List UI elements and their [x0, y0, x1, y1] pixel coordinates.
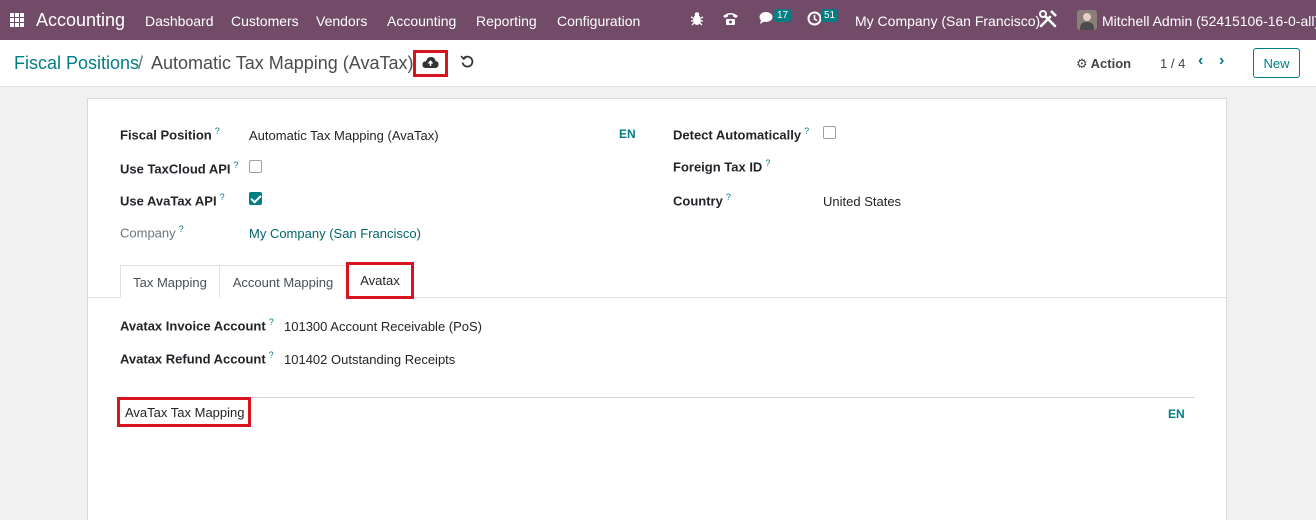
- help-tooltip-icon[interactable]: ?: [726, 192, 731, 202]
- avatax-tax-mapping-label: AvaTax Tax Mapping: [117, 397, 251, 427]
- mapping-translate-lang-button[interactable]: EN: [1168, 407, 1185, 421]
- menu-customers[interactable]: Customers: [231, 13, 299, 29]
- user-menu[interactable]: Mitchell Admin (52415106-16-0-all): [1102, 13, 1316, 29]
- new-button[interactable]: New: [1253, 48, 1300, 78]
- breadcrumb-separator: /: [138, 53, 144, 73]
- undo-icon: [460, 54, 474, 73]
- avatax-invoice-account-label: Avatax Invoice Account?: [120, 317, 274, 334]
- mapping-separator: [119, 397, 1195, 398]
- company-label: Company?: [120, 224, 184, 241]
- save-button[interactable]: [413, 50, 448, 77]
- tab-avatax[interactable]: Avatax: [346, 262, 414, 299]
- tools-settings-icon[interactable]: [1039, 10, 1057, 32]
- use-taxcloud-checkbox[interactable]: [249, 160, 262, 173]
- apps-menu-icon[interactable]: [10, 13, 24, 27]
- tab-account-mapping[interactable]: Account Mapping: [219, 265, 347, 298]
- country-label: Country?: [673, 192, 731, 209]
- app-title[interactable]: Accounting: [36, 10, 125, 31]
- company-switcher[interactable]: My Company (San Francisco): [855, 13, 1040, 29]
- detect-automatically-label: Detect Automatically?: [673, 126, 810, 143]
- menu-dashboard[interactable]: Dashboard: [145, 13, 214, 29]
- use-avatax-label: Use AvaTax API?: [120, 192, 225, 209]
- help-tooltip-icon[interactable]: ?: [234, 160, 239, 170]
- menu-configuration[interactable]: Configuration: [557, 13, 640, 29]
- activities-count-badge: 51: [821, 9, 839, 22]
- help-tooltip-icon[interactable]: ?: [220, 192, 225, 202]
- avatax-refund-account-label: Avatax Refund Account?: [120, 350, 274, 367]
- user-avatar[interactable]: [1077, 10, 1097, 30]
- menu-accounting[interactable]: Accounting: [387, 13, 456, 29]
- form-sheet: Fiscal Position? Automatic Tax Mapping (…: [87, 98, 1227, 520]
- company-field[interactable]: My Company (San Francisco): [249, 226, 421, 241]
- phone-icon[interactable]: [722, 11, 739, 30]
- help-tooltip-icon[interactable]: ?: [179, 224, 184, 234]
- pager-previous-icon[interactable]: ‹: [1198, 52, 1203, 70]
- gear-icon: ⚙: [1076, 56, 1088, 71]
- discard-button[interactable]: [458, 54, 476, 72]
- fiscal-position-field[interactable]: Automatic Tax Mapping (AvaTax): [249, 128, 439, 143]
- breadcrumb-current-record: Automatic Tax Mapping (AvaTax): [151, 53, 414, 73]
- avatax-invoice-account-field[interactable]: 101300 Account Receivable (PoS): [284, 319, 482, 334]
- translate-lang-button[interactable]: EN: [619, 127, 636, 141]
- help-tooltip-icon[interactable]: ?: [765, 158, 770, 168]
- help-tooltip-icon[interactable]: ?: [804, 126, 809, 136]
- cloud-upload-icon: [422, 56, 439, 72]
- menu-reporting[interactable]: Reporting: [476, 13, 537, 29]
- action-menu-button[interactable]: ⚙ Action: [1076, 56, 1131, 72]
- tab-tax-mapping[interactable]: Tax Mapping: [120, 265, 220, 298]
- foreign-tax-id-label: Foreign Tax ID?: [673, 158, 771, 175]
- debug-bug-icon[interactable]: [690, 11, 704, 30]
- help-tooltip-icon[interactable]: ?: [215, 126, 220, 136]
- avatax-refund-account-field[interactable]: 101402 Outstanding Receipts: [284, 352, 455, 367]
- help-tooltip-icon[interactable]: ?: [269, 350, 274, 360]
- menu-vendors[interactable]: Vendors: [316, 13, 367, 29]
- top-navbar: Accounting Dashboard Customers Vendors A…: [0, 0, 1316, 40]
- messages-icon[interactable]: [759, 11, 775, 29]
- detect-automatically-checkbox[interactable]: [823, 126, 836, 139]
- fiscal-position-label: Fiscal Position?: [120, 126, 220, 143]
- control-panel: Fiscal Positions / Automatic Tax Mapping…: [0, 40, 1316, 87]
- use-taxcloud-label: Use TaxCloud API?: [120, 160, 239, 177]
- pager-next-icon[interactable]: ›: [1219, 52, 1224, 70]
- messages-count-badge: 17: [774, 9, 792, 22]
- action-label: Action: [1090, 56, 1132, 71]
- country-field[interactable]: United States: [823, 194, 901, 209]
- help-tooltip-icon[interactable]: ?: [269, 317, 274, 327]
- breadcrumb-fiscal-positions[interactable]: Fiscal Positions: [14, 53, 139, 74]
- use-avatax-checkbox[interactable]: [249, 192, 262, 205]
- activities-clock-icon[interactable]: [807, 11, 822, 30]
- pager-value[interactable]: 1 / 4: [1160, 56, 1185, 71]
